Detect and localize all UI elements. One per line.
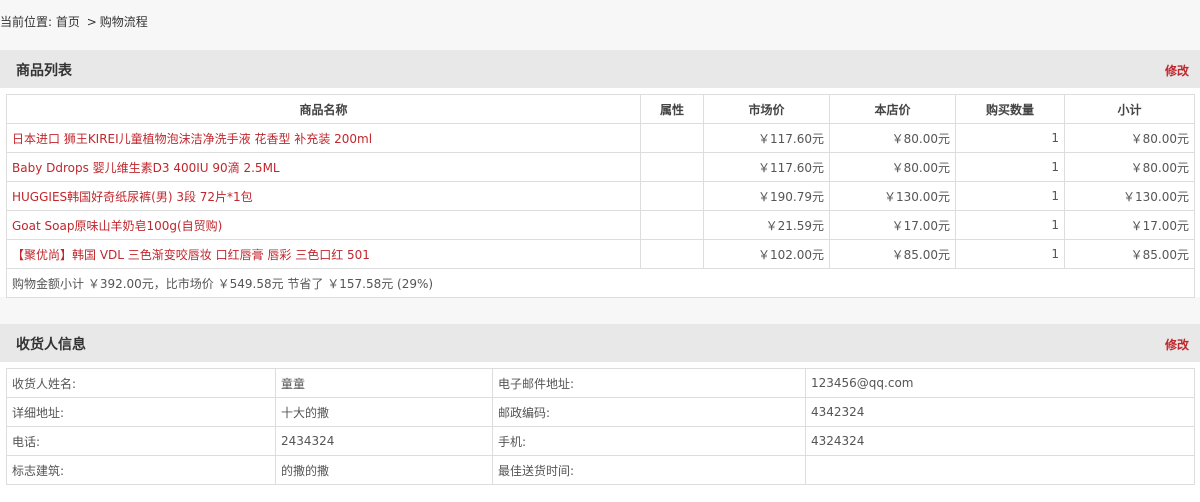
col-header-quantity: 购买数量	[955, 94, 1065, 124]
goods-section-header: 商品列表 修改	[0, 50, 1200, 88]
consignee-value: 4342324	[805, 397, 1195, 427]
consignee-edit-link[interactable]: 修改	[1165, 336, 1189, 353]
consignee-label: 电子邮件地址:	[492, 368, 806, 398]
quantity: 1	[955, 123, 1065, 153]
goods-section: 商品列表 修改 商品名称 属性 市场价 本店价 购买数量 小计 日本进口 狮王K…	[0, 50, 1200, 298]
consignee-value: 4324324	[805, 426, 1195, 456]
product-attr	[640, 210, 704, 240]
quantity: 1	[955, 181, 1065, 211]
consignee-value: 童童	[275, 368, 493, 398]
consignee-label: 电话:	[6, 426, 276, 456]
table-row: 【聚优尚】韩国 VDL 三色渐变咬唇妆 口红唇膏 唇彩 三色口红 501 ￥10…	[6, 239, 1195, 269]
table-row: Goat Soap原味山羊奶皂100g(自贸购) ￥21.59元 ￥17.00元…	[6, 210, 1195, 240]
consignee-label: 邮政编码:	[492, 397, 806, 427]
consignee-label: 详细地址:	[6, 397, 276, 427]
consignee-section-title: 收货人信息	[16, 337, 86, 353]
market-price: ￥117.60元	[703, 152, 830, 182]
subtotal: ￥85.00元	[1064, 239, 1195, 269]
shop-price: ￥130.00元	[829, 181, 956, 211]
goods-section-title: 商品列表	[16, 63, 72, 79]
table-row: Baby Ddrops 婴儿维生素D3 400IU 90滴 2.5ML ￥117…	[6, 152, 1195, 182]
market-price: ￥117.60元	[703, 123, 830, 153]
subtotal: ￥80.00元	[1064, 152, 1195, 182]
subtotal: ￥17.00元	[1064, 210, 1195, 240]
goods-edit-link[interactable]: 修改	[1165, 62, 1189, 79]
consignee-row: 收货人姓名: 童童 电子邮件地址: 123456@qq.com	[6, 368, 1195, 398]
consignee-value: 123456@qq.com	[805, 368, 1195, 398]
consignee-section-header: 收货人信息 修改	[0, 324, 1200, 362]
shop-price: ￥85.00元	[829, 239, 956, 269]
consignee-label: 收货人姓名:	[6, 368, 276, 398]
consignee-row: 电话: 2434324 手机: 4324324	[6, 426, 1195, 456]
quantity: 1	[955, 152, 1065, 182]
subtotal: ￥130.00元	[1064, 181, 1195, 211]
breadcrumb-label: 当前位置:	[0, 15, 53, 29]
consignee-label: 最佳送货时间:	[492, 455, 806, 485]
col-header-name: 商品名称	[6, 94, 641, 124]
breadcrumb: 当前位置: 首页 > 购物流程	[0, 13, 148, 30]
consignee-label: 标志建筑:	[6, 455, 276, 485]
consignee-value: 的撒的撒	[275, 455, 493, 485]
shop-price: ￥80.00元	[829, 123, 956, 153]
quantity: 1	[955, 239, 1065, 269]
consignee-section: 收货人信息 修改 收货人姓名: 童童 电子邮件地址: 123456@qq.com…	[0, 324, 1200, 502]
col-header-attr: 属性	[640, 94, 704, 124]
table-row: 日本进口 狮王KIREI儿童植物泡沫洁净洗手液 花香型 补充装 200ml ￥1…	[6, 123, 1195, 153]
market-price: ￥21.59元	[703, 210, 830, 240]
breadcrumb-separator: >	[86, 15, 97, 29]
col-header-market-price: 市场价	[703, 94, 830, 124]
product-attr	[640, 123, 704, 153]
consignee-value: 十大的撒	[275, 397, 493, 427]
goods-summary-row: 购物金额小计 ￥392.00元，比市场价 ￥549.58元 节省了 ￥157.5…	[6, 268, 1195, 298]
market-price: ￥190.79元	[703, 181, 830, 211]
breadcrumb-current: 购物流程	[99, 15, 148, 29]
consignee-value: 2434324	[275, 426, 493, 456]
product-link[interactable]: 【聚优尚】韩国 VDL 三色渐变咬唇妆 口红唇膏 唇彩 三色口红 501	[12, 248, 370, 262]
quantity: 1	[955, 210, 1065, 240]
breadcrumb-home-link[interactable]: 首页	[56, 15, 80, 29]
product-attr	[640, 181, 704, 211]
product-attr	[640, 239, 704, 269]
consignee-label: 手机:	[492, 426, 806, 456]
goods-table: 商品名称 属性 市场价 本店价 购买数量 小计 日本进口 狮王KIREI儿童植物…	[6, 94, 1195, 298]
product-link[interactable]: Goat Soap原味山羊奶皂100g(自贸购)	[12, 219, 222, 233]
consignee-row: 详细地址: 十大的撒 邮政编码: 4342324	[6, 397, 1195, 427]
table-row: HUGGIES韩国好奇纸尿裤(男) 3段 72片*1包 ￥190.79元 ￥13…	[6, 181, 1195, 211]
market-price: ￥102.00元	[703, 239, 830, 269]
col-header-shop-price: 本店价	[829, 94, 956, 124]
product-link[interactable]: 日本进口 狮王KIREI儿童植物泡沫洁净洗手液 花香型 补充装 200ml	[12, 132, 372, 146]
shop-price: ￥17.00元	[829, 210, 956, 240]
consignee-value	[805, 455, 1195, 485]
product-attr	[640, 152, 704, 182]
consignee-table: 收货人姓名: 童童 电子邮件地址: 123456@qq.com 详细地址: 十大…	[6, 368, 1195, 485]
shop-price: ￥80.00元	[829, 152, 956, 182]
product-link[interactable]: HUGGIES韩国好奇纸尿裤(男) 3段 72片*1包	[12, 190, 253, 204]
consignee-row: 标志建筑: 的撒的撒 最佳送货时间:	[6, 455, 1195, 485]
product-link[interactable]: Baby Ddrops 婴儿维生素D3 400IU 90滴 2.5ML	[12, 161, 280, 175]
col-header-subtotal: 小计	[1064, 94, 1195, 124]
goods-table-header-row: 商品名称 属性 市场价 本店价 购买数量 小计	[6, 94, 1195, 124]
subtotal: ￥80.00元	[1064, 123, 1195, 153]
goods-summary: 购物金额小计 ￥392.00元，比市场价 ￥549.58元 节省了 ￥157.5…	[6, 268, 1195, 298]
